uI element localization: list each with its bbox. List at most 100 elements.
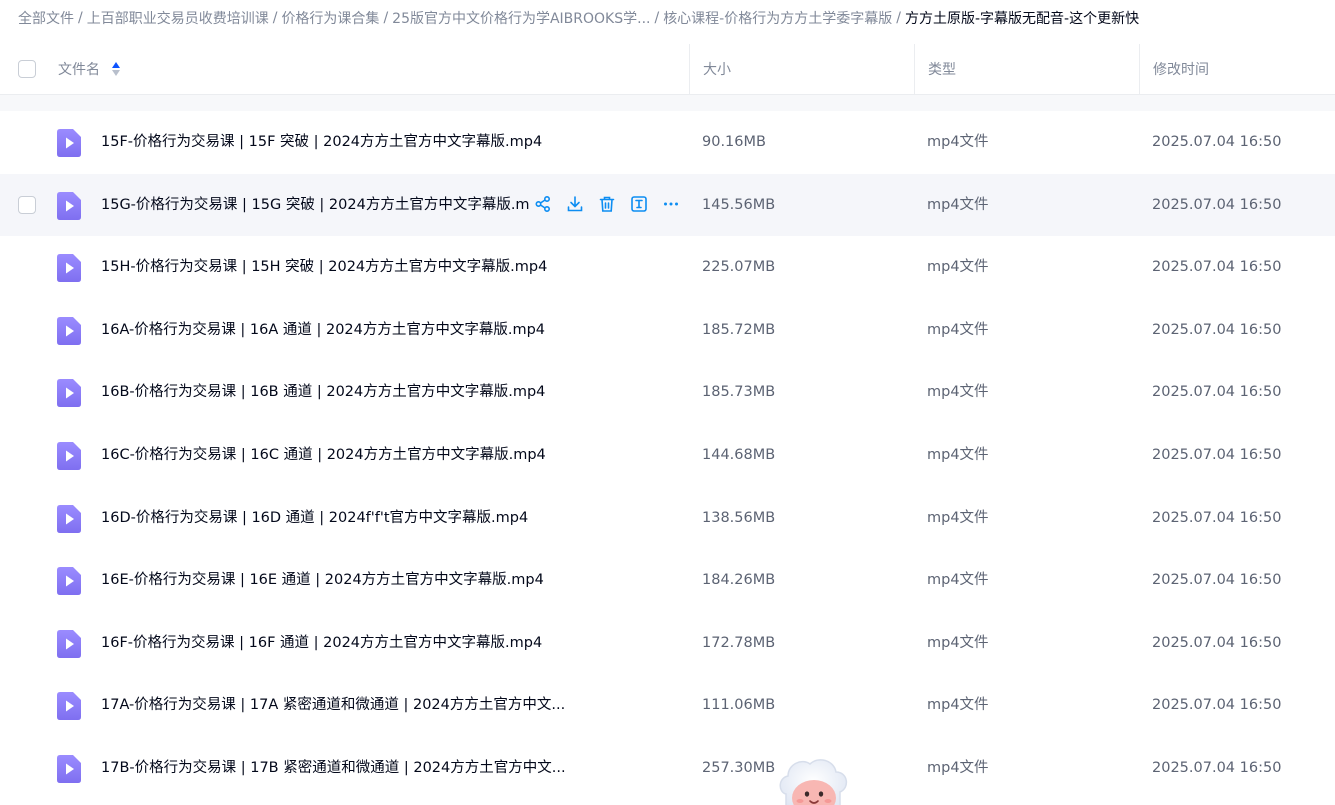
file-type: mp4文件 (927, 321, 989, 338)
file-row[interactable]: 16D-价格行为交易课 | 16D 通道 | 2024f'f't官方中文字幕版.… (0, 487, 1335, 550)
file-row[interactable]: 16E-价格行为交易课 | 16E 通道 | 2024方方土官方中文字幕版.mp… (0, 549, 1335, 612)
header-name-label: 文件名 (58, 62, 100, 78)
breadcrumb-separator: / (272, 10, 278, 26)
file-modified: 2025.07.04 16:50 (1152, 134, 1282, 150)
assistant-mascot-icon[interactable] (774, 754, 852, 805)
breadcrumb: 全部文件 / 上百部职业交易员收费培训课 / 价格行为课合集/25版官方中文价格行为学A… (18, 0, 1139, 36)
video-file-icon (57, 754, 81, 783)
file-size: 184.26MB (702, 572, 776, 589)
file-size: 145.56MB (702, 196, 776, 213)
video-file-icon (57, 629, 81, 658)
breadcrumb-item[interactable]: 价格行为课合集 (281, 8, 379, 28)
breadcrumb-separator: / (896, 10, 901, 26)
file-list: 15F-价格行为交易课 | 15F 突破 | 2024方方土官方中文字幕版.mp… (0, 111, 1335, 800)
rename-icon[interactable] (628, 193, 650, 215)
file-name[interactable]: 16D-价格行为交易课 | 16D 通道 | 2024f'f't官方中文字幕版.… (101, 487, 528, 549)
file-size: 185.72MB (702, 321, 776, 338)
file-name[interactable]: 16C-价格行为交易课 | 16C 通道 | 2024方方土官方中文字幕版.mp… (101, 424, 546, 486)
file-modified: 2025.07.04 16:50 (1152, 384, 1282, 401)
select-all-cell (18, 44, 58, 94)
list-spacer (0, 95, 1335, 111)
download-icon[interactable] (564, 193, 586, 215)
file-modified: 2025.07.04 16:50 (1152, 446, 1282, 463)
header-type[interactable]: 类型 (914, 44, 1139, 94)
row-checkbox[interactable] (18, 195, 36, 214)
sort-icon[interactable] (112, 62, 120, 76)
file-list-header: 文件名 大小 类型 修改时间 (0, 44, 1335, 95)
file-row[interactable]: 15H-价格行为交易课 | 15H 突破 | 2024方方土官方中文字幕版.mp… (0, 236, 1335, 299)
file-row[interactable]: 17A-价格行为交易课 | 17A 紧密通道和微通道 | 2024方方土官方中文… (0, 674, 1335, 737)
file-modified: 2025.07.04 16:50 (1152, 759, 1282, 776)
file-name[interactable]: 16B-价格行为交易课 | 16B 通道 | 2024方方土官方中文字幕版.mp… (101, 361, 545, 423)
file-modified: 2025.07.04 16:50 (1152, 321, 1282, 338)
file-type: mp4文件 (927, 196, 989, 213)
file-modified: 2025.07.04 16:50 (1152, 259, 1282, 276)
video-file-icon (57, 567, 81, 596)
file-name[interactable]: 16E-价格行为交易课 | 16E 通道 | 2024方方土官方中文字幕版.mp… (101, 549, 544, 611)
video-file-icon (57, 504, 81, 533)
breadcrumb-separator: / (654, 10, 660, 26)
header-modified[interactable]: 修改时间 (1139, 44, 1335, 94)
file-size: 111.06MB (702, 697, 776, 714)
file-type: mp4文件 (927, 384, 989, 401)
video-file-icon (57, 316, 81, 345)
file-name[interactable]: 15H-价格行为交易课 | 15H 突破 | 2024方方土官方中文字幕版.mp… (101, 236, 547, 298)
file-modified: 2025.07.04 16:50 (1152, 634, 1282, 651)
row-actions (532, 193, 682, 215)
breadcrumb-item: 方方土原版-字幕版无配音-这个更新快 (904, 11, 1140, 27)
file-name[interactable]: 16A-价格行为交易课 | 16A 通道 | 2024方方土官方中文字幕版.mp… (101, 299, 545, 361)
file-modified: 2025.07.04 16:50 (1152, 196, 1282, 213)
file-type: mp4文件 (927, 259, 989, 276)
file-type: mp4文件 (927, 446, 989, 463)
file-row[interactable]: 16A-价格行为交易课 | 16A 通道 | 2024方方土官方中文字幕版.mp… (0, 299, 1335, 362)
header-name[interactable]: 文件名 (58, 44, 690, 94)
file-size: 172.78MB (702, 634, 776, 651)
file-row[interactable]: 16F-价格行为交易课 | 16F 通道 | 2024方方土官方中文字幕版.mp… (0, 612, 1335, 675)
file-row[interactable]: 17B-价格行为交易课 | 17B 紧密通道和微通道 | 2024方方土官方中文… (0, 737, 1335, 800)
video-file-icon (57, 441, 81, 470)
file-type: mp4文件 (927, 134, 989, 150)
header-size[interactable]: 大小 (689, 44, 914, 94)
video-file-icon (57, 379, 81, 408)
file-row[interactable]: 15F-价格行为交易课 | 15F 突破 | 2024方方土官方中文字幕版.mp… (0, 111, 1335, 174)
select-all-checkbox[interactable] (18, 60, 36, 78)
file-row[interactable]: 15G-价格行为交易课 | 15G 突破 | 2024方方土官方中文字幕版.mp… (0, 173, 1335, 237)
file-type: mp4文件 (927, 759, 989, 776)
video-file-icon (57, 129, 81, 157)
delete-icon[interactable] (596, 193, 618, 215)
share-icon[interactable] (532, 193, 554, 215)
video-file-icon (57, 191, 81, 220)
file-size: 138.56MB (702, 509, 776, 526)
breadcrumb-item[interactable]: 上百部职业交易员收费培训课 (87, 8, 269, 28)
file-modified: 2025.07.04 16:50 (1152, 697, 1282, 714)
file-size: 185.73MB (702, 384, 776, 401)
file-modified: 2025.07.04 16:50 (1152, 509, 1282, 526)
file-size: 144.68MB (702, 446, 776, 463)
file-type: mp4文件 (927, 572, 989, 589)
file-row[interactable]: 16C-价格行为交易课 | 16C 通道 | 2024方方土官方中文字幕版.mp… (0, 424, 1335, 487)
breadcrumb-item[interactable]: 核心课程-价格行为方方土学委字幕版 (663, 8, 892, 28)
file-type: mp4文件 (927, 697, 989, 714)
file-size: 225.07MB (702, 259, 776, 276)
breadcrumb-item[interactable]: 全部文件 (18, 8, 74, 28)
file-type: mp4文件 (927, 509, 989, 526)
video-file-icon (57, 254, 81, 283)
header-modified-label: 修改时间 (1153, 62, 1209, 78)
video-file-icon (57, 692, 81, 721)
file-row[interactable]: 16B-价格行为交易课 | 16B 通道 | 2024方方土官方中文字幕版.mp… (0, 361, 1335, 424)
file-name[interactable]: 15G-价格行为交易课 | 15G 突破 | 2024方方土官方中文字幕版.mp… (101, 174, 529, 236)
file-name[interactable]: 15F-价格行为交易课 | 15F 突破 | 2024方方土官方中文字幕版.mp… (101, 111, 542, 173)
file-name[interactable]: 16F-价格行为交易课 | 16F 通道 | 2024方方土官方中文字幕版.mp… (101, 612, 542, 674)
file-size: 90.16MB (702, 134, 766, 150)
file-type: mp4文件 (927, 634, 989, 651)
breadcrumb-separator: / (383, 10, 389, 26)
breadcrumb-separator: / (78, 10, 83, 26)
file-size: 257.30MB (702, 759, 776, 776)
file-name[interactable]: 17B-价格行为交易课 | 17B 紧密通道和微通道 | 2024方方土官方中文… (101, 737, 566, 799)
breadcrumb-item[interactable]: 25版官方中文价格行为学AIBROOKS学... (392, 8, 650, 28)
header-size-label: 大小 (703, 62, 731, 78)
more-icon[interactable] (660, 193, 682, 215)
header-type-label: 类型 (928, 62, 956, 78)
file-name[interactable]: 17A-价格行为交易课 | 17A 紧密通道和微通道 | 2024方方土官方中文… (101, 674, 565, 736)
file-modified: 2025.07.04 16:50 (1152, 572, 1282, 589)
